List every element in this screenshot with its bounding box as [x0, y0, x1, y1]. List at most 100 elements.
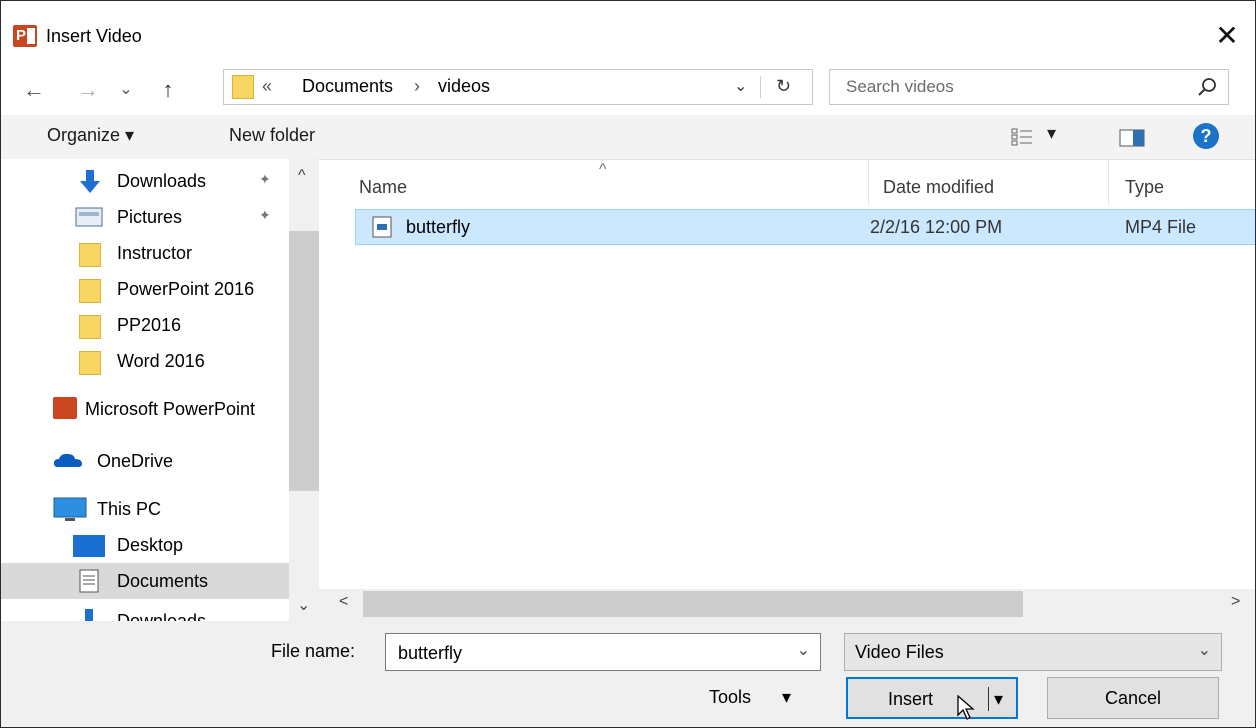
file-list: Name ^ Date modified Type butterfly 2/2/… — [333, 159, 1255, 589]
close-button[interactable]: ✕ — [1207, 21, 1247, 51]
split-divider — [988, 687, 989, 711]
address-divider — [760, 76, 761, 98]
file-list-scroll-thumb[interactable] — [363, 591, 1023, 617]
column-header-name[interactable]: Name — [359, 177, 407, 198]
pin-icon: ✦ — [259, 207, 271, 223]
column-header-date-modified[interactable]: Date modified — [883, 177, 994, 198]
dialog-title: Insert Video — [46, 26, 142, 46]
organize-button[interactable]: Organize ▾ — [47, 125, 134, 146]
preview-pane-icon[interactable] — [1119, 129, 1145, 147]
sidebar-item-label: Pictures — [117, 207, 183, 227]
scroll-up-icon[interactable]: ^ — [298, 167, 306, 185]
recent-locations-button[interactable]: ⌄ — [113, 75, 139, 105]
refresh-icon[interactable]: ↻ — [776, 76, 791, 97]
sidebar-item-label: Downloads — [117, 171, 207, 191]
sort-indicator-icon: ^ — [599, 161, 607, 178]
pin-icon: ✦ — [259, 171, 271, 187]
up-button[interactable]: ↑ — [151, 75, 185, 105]
address-bar[interactable]: « Documents › videos ⌄ ↻ — [223, 69, 813, 105]
sidebar-item-label: Instructor — [117, 243, 193, 263]
file-name-dropdown-icon[interactable]: ⌄ — [797, 640, 810, 660]
sidebar-item-instructor[interactable]: Instructor — [1, 235, 289, 271]
file-name-value[interactable]: butterfly — [398, 643, 462, 664]
scroll-left-icon[interactable]: < — [339, 593, 348, 611]
title-bar: P Insert Video ✕ — [1, 1, 1255, 65]
view-dropdown-icon[interactable]: ▾ — [1047, 123, 1056, 144]
sidebar-item-label: Documents — [117, 571, 209, 591]
sidebar-item-documents[interactable]: Documents — [1, 563, 289, 599]
column-separator[interactable] — [868, 159, 869, 205]
search-icon[interactable] — [1196, 76, 1218, 98]
file-row-butterfly[interactable]: butterfly 2/2/16 12:00 PM MP4 File — [355, 209, 1255, 245]
sidebar-item-label: PowerPoint 2016 — [117, 279, 255, 299]
file-type: MP4 File — [1125, 217, 1197, 237]
file-list-horizontal-scrollbar[interactable]: < > — [319, 589, 1255, 621]
folder-icon — [79, 351, 101, 375]
pictures-icon — [75, 207, 103, 227]
cancel-button[interactable]: Cancel — [1047, 677, 1219, 719]
breadcrumb-videos[interactable]: videos — [438, 76, 490, 97]
sidebar-item-label: Downloads — [117, 611, 207, 621]
sidebar-item-pictures[interactable]: Pictures ✦ — [1, 199, 289, 235]
scroll-right-icon[interactable]: > — [1231, 593, 1240, 611]
sidebar-item-label: PP2016 — [117, 315, 182, 335]
forward-button[interactable]: → — [71, 75, 105, 105]
tools-dropdown-icon: ▾ — [782, 687, 792, 707]
command-toolbar: Organize ▾ New folder ▾ ? — [1, 115, 1255, 160]
sidebar-item-label: Microsoft PowerPoint — [85, 399, 256, 419]
navigation-pane: Downloads ✦ Pictures ✦ Instructor PowerP… — [1, 159, 319, 621]
folder-icon — [79, 243, 101, 267]
back-button[interactable]: ← — [17, 75, 51, 105]
tools-label: Tools — [709, 687, 752, 707]
desktop-icon — [73, 535, 105, 557]
file-name: butterfly — [406, 217, 471, 237]
powerpoint-icon — [53, 397, 77, 419]
insert-video-dialog: P Insert Video ✕ ← → ⌄ ↑ « Documents › v… — [0, 0, 1256, 728]
powerpoint-logo-icon: P — [13, 25, 37, 47]
insert-button[interactable]: Insert ▾ — [846, 677, 1018, 720]
sidebar-item-desktop[interactable]: Desktop — [1, 527, 289, 563]
address-dropdown-icon[interactable]: ⌄ — [734, 76, 747, 96]
documents-icon — [79, 569, 99, 593]
sidebar-item-downloads[interactable]: Downloads — [1, 603, 289, 621]
sidebar-item-label: Desktop — [117, 535, 184, 555]
view-details-icon[interactable] — [1011, 128, 1033, 146]
dialog-footer: File name: butterfly ⌄ Video Files ⌄ Too… — [1, 621, 1255, 727]
breadcrumb-documents[interactable]: Documents — [302, 76, 393, 97]
breadcrumb-separator: › — [414, 76, 420, 96]
column-header-type[interactable]: Type — [1125, 177, 1164, 198]
sidebar-item-label: Word 2016 — [117, 351, 205, 371]
nav-pane-scrollbar[interactable]: ^ ⌄ — [289, 159, 319, 621]
video-file-icon — [372, 216, 392, 238]
sidebar-item-downloads-pinned[interactable]: Downloads ✦ — [1, 163, 289, 199]
breadcrumb-overflow[interactable]: « — [262, 76, 272, 97]
file-type-select[interactable]: Video Files ⌄ — [844, 633, 1222, 671]
file-type-value: Video Files — [855, 642, 944, 662]
scroll-down-icon[interactable]: ⌄ — [297, 595, 310, 615]
help-icon[interactable]: ? — [1193, 123, 1219, 149]
sidebar-item-pp2016[interactable]: PP2016 — [1, 307, 289, 343]
mouse-cursor-icon — [957, 695, 975, 720]
search-box[interactable]: Search videos — [829, 69, 1229, 105]
sidebar-item-label: OneDrive — [97, 451, 174, 471]
file-type-dropdown-icon[interactable]: ⌄ — [1198, 640, 1211, 660]
search-input[interactable]: Search videos — [846, 77, 954, 97]
folder-icon — [79, 279, 101, 303]
sidebar-item-onedrive[interactable]: OneDrive — [1, 443, 289, 479]
folder-icon — [79, 315, 101, 339]
sidebar-item-powerpoint-2016[interactable]: PowerPoint 2016 — [1, 271, 289, 307]
new-folder-button[interactable]: New folder — [229, 125, 315, 146]
sidebar-item-this-pc[interactable]: This PC — [1, 491, 289, 527]
tools-button[interactable]: Tools ▾ — [709, 687, 791, 708]
file-name-field[interactable]: butterfly ⌄ — [385, 633, 821, 671]
onedrive-icon — [54, 453, 82, 467]
column-separator[interactable] — [1108, 159, 1109, 205]
insert-label: Insert — [888, 689, 934, 709]
insert-dropdown-icon[interactable]: ▾ — [994, 679, 1003, 719]
download-icon — [80, 170, 100, 193]
file-name-label: File name: — [271, 641, 356, 661]
app-logo-letter: P — [16, 27, 27, 44]
nav-pane-scroll-thumb[interactable] — [289, 231, 319, 491]
sidebar-item-microsoft-powerpoint[interactable]: Microsoft PowerPoint — [1, 391, 289, 427]
sidebar-item-word-2016[interactable]: Word 2016 — [1, 343, 289, 379]
